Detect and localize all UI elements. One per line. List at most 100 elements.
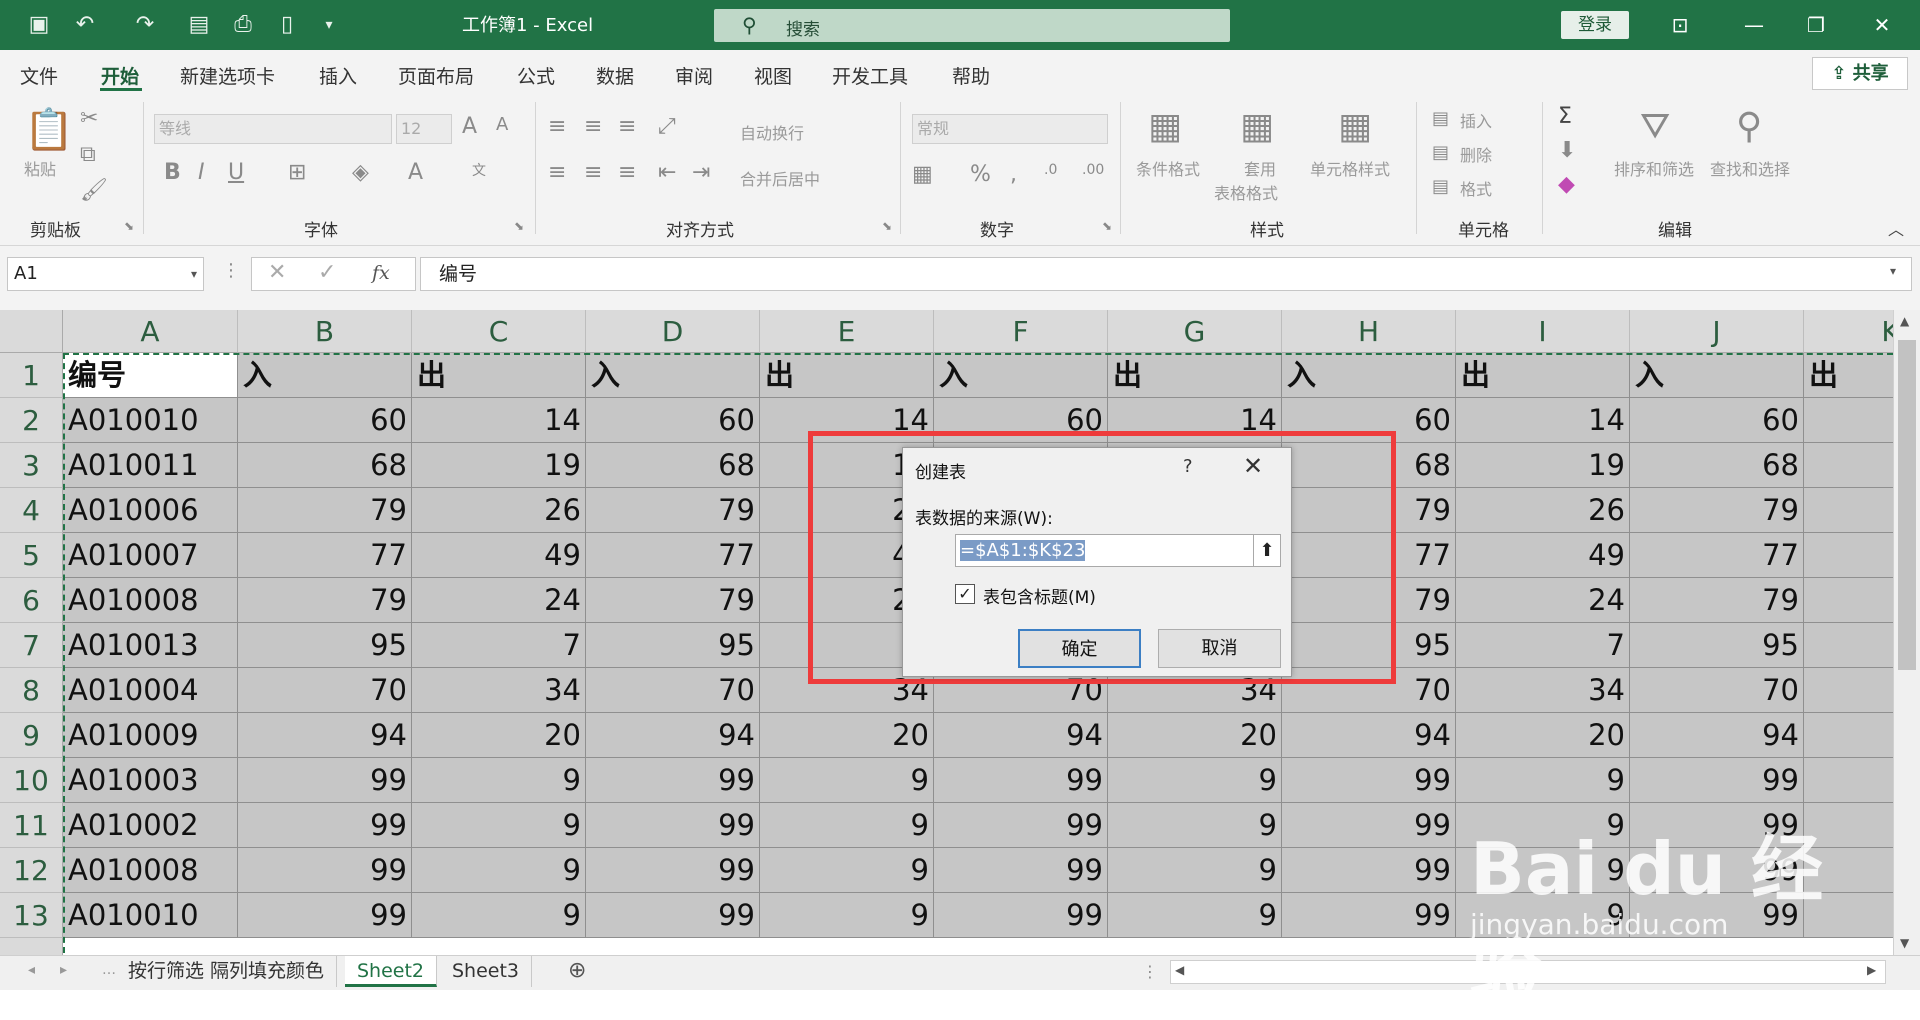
table-cell[interactable]: 9	[412, 758, 586, 803]
table-cell[interactable]: 20	[1108, 713, 1282, 758]
header-cell[interactable]: 编号	[63, 353, 238, 398]
column-header[interactable]: G	[1108, 310, 1282, 353]
table-cell[interactable]: 9	[412, 848, 586, 893]
table-cell[interactable]: 95	[1630, 623, 1804, 668]
column-header[interactable]: B	[238, 310, 412, 353]
table-cell[interactable]: 26	[1456, 488, 1630, 533]
insert-cells-icon[interactable]: ▤	[1432, 108, 1449, 129]
paste-icon[interactable]: 📋	[24, 106, 74, 153]
tab-home[interactable]: 开始	[101, 62, 139, 89]
accounting-format-icon[interactable]: ▦	[912, 162, 933, 187]
row-header[interactable]: 8	[0, 668, 63, 713]
font-launcher-icon[interactable]: ⬊	[514, 219, 524, 233]
table-cell[interactable]: A010003	[63, 758, 238, 803]
scroll-up-icon[interactable]: ▲	[1900, 314, 1909, 328]
table-cell[interactable]: A010008	[63, 578, 238, 623]
table-cell[interactable]: 7	[1456, 623, 1630, 668]
comma-style-icon[interactable]: ,	[1010, 162, 1017, 187]
table-cell[interactable]: 99	[238, 848, 412, 893]
table-cell[interactable]: 19	[1456, 443, 1630, 488]
header-cell[interactable]: 出	[412, 353, 586, 398]
table-cell[interactable]: 79	[586, 488, 760, 533]
percent-icon[interactable]: %	[970, 162, 991, 187]
decrease-font-icon[interactable]: A	[496, 114, 508, 135]
table-cell[interactable]: A010004	[63, 668, 238, 713]
font-color-icon[interactable]: A	[408, 160, 423, 185]
format-painter-icon[interactable]: 🖌	[80, 178, 108, 203]
chevron-down-icon[interactable]: ▾	[191, 258, 197, 290]
increase-decimal-icon[interactable]: .0	[1044, 162, 1057, 178]
table-cell[interactable]: 9	[412, 803, 586, 848]
vertical-scrollbar[interactable]: ▲ ▼	[1893, 310, 1920, 955]
find-select-icon[interactable]: ⚲	[1736, 106, 1762, 147]
column-header[interactable]: H	[1282, 310, 1456, 353]
has-headers-checkbox[interactable]: ✓	[955, 584, 975, 604]
sort-filter-label[interactable]: 排序和筛选	[1614, 156, 1694, 180]
table-cell[interactable]: 20	[1456, 713, 1630, 758]
cell-style-label[interactable]: 单元格样式	[1310, 156, 1390, 180]
tab-data[interactable]: 数据	[596, 62, 634, 89]
table-cell[interactable]: 34	[412, 668, 586, 713]
table-cell[interactable]: 79	[1630, 578, 1804, 623]
table-cell[interactable]: 14	[1456, 398, 1630, 443]
row-header[interactable]: 12	[0, 848, 63, 893]
table-cell[interactable]: 79	[586, 578, 760, 623]
underline-icon[interactable]: U	[228, 160, 244, 185]
column-header[interactable]: I	[1456, 310, 1630, 353]
cell-style-icon[interactable]: ▦	[1338, 106, 1372, 147]
table-format-icon[interactable]: ▦	[1240, 106, 1274, 147]
decrease-indent-icon[interactable]: ⇤	[658, 160, 676, 185]
border-icon[interactable]: ⊞	[288, 160, 306, 185]
row-header[interactable]: 13	[0, 893, 63, 938]
redo-icon[interactable]: ↷	[130, 10, 160, 40]
table-cell[interactable]: 77	[586, 533, 760, 578]
row-header[interactable]: 1	[0, 353, 63, 398]
table-cell[interactable]: 94	[1282, 713, 1456, 758]
row-header[interactable]	[0, 938, 63, 955]
conditional-format-label[interactable]: 条件格式	[1136, 156, 1200, 180]
row-header[interactable]: 4	[0, 488, 63, 533]
collapse-ribbon-icon[interactable]: ︿	[1888, 216, 1904, 240]
autosum-icon[interactable]: Σ	[1558, 104, 1572, 129]
tab-formulas[interactable]: 公式	[517, 62, 555, 89]
table-cell[interactable]: 9	[1108, 848, 1282, 893]
table-cell[interactable]: A010010	[63, 398, 238, 443]
bold-icon[interactable]: B	[164, 160, 181, 185]
clipboard-launcher-icon[interactable]: ⬊	[124, 219, 134, 233]
wrap-text-button[interactable]: 自动换行	[740, 120, 804, 144]
increase-indent-icon[interactable]: ⇥	[692, 160, 710, 185]
delete-cells-button[interactable]: 删除	[1460, 142, 1492, 166]
table-cell[interactable]: 20	[412, 713, 586, 758]
insert-cells-button[interactable]: 插入	[1460, 108, 1492, 132]
cancel-edit-icon[interactable]: ✕	[268, 260, 286, 285]
column-header[interactable]: C	[412, 310, 586, 353]
login-button[interactable]: 登录	[1561, 11, 1629, 39]
table-cell[interactable]: 99	[238, 758, 412, 803]
italic-icon[interactable]: I	[198, 160, 205, 185]
table-cell[interactable]: 99	[586, 803, 760, 848]
sheet-tab-filter[interactable]: 按行筛选 隔列填充颜色	[116, 956, 338, 987]
expand-formula-icon[interactable]: ▾	[1890, 264, 1896, 278]
row-header[interactable]: 10	[0, 758, 63, 803]
table-cell[interactable]: 14	[412, 398, 586, 443]
number-launcher-icon[interactable]: ⬊	[1102, 219, 1112, 233]
tab-file[interactable]: 文件	[20, 62, 58, 89]
print-preview-icon[interactable]: ⎙	[228, 10, 258, 40]
table-cell[interactable]: 70	[586, 668, 760, 713]
table-cell[interactable]: 9	[412, 893, 586, 938]
table-cell[interactable]: 77	[1630, 533, 1804, 578]
table-format-label-2[interactable]: 表格格式	[1214, 180, 1278, 204]
table-cell[interactable]: 49	[412, 533, 586, 578]
table-cell[interactable]: 60	[1630, 398, 1804, 443]
table-cell[interactable]: 34	[1456, 668, 1630, 713]
header-cell[interactable]: 出	[1456, 353, 1630, 398]
table-cell[interactable]: 95	[586, 623, 760, 668]
document-icon[interactable]: ▯	[272, 10, 302, 40]
tab-view[interactable]: 视图	[754, 62, 792, 89]
row-header[interactable]: 7	[0, 623, 63, 668]
table-cell[interactable]: 60	[238, 398, 412, 443]
align-right-icon[interactable]: ≡	[618, 160, 636, 185]
close-icon[interactable]: ✕	[1243, 452, 1263, 480]
ok-button[interactable]: 确定	[1018, 629, 1141, 668]
table-cell[interactable]: 79	[238, 578, 412, 623]
